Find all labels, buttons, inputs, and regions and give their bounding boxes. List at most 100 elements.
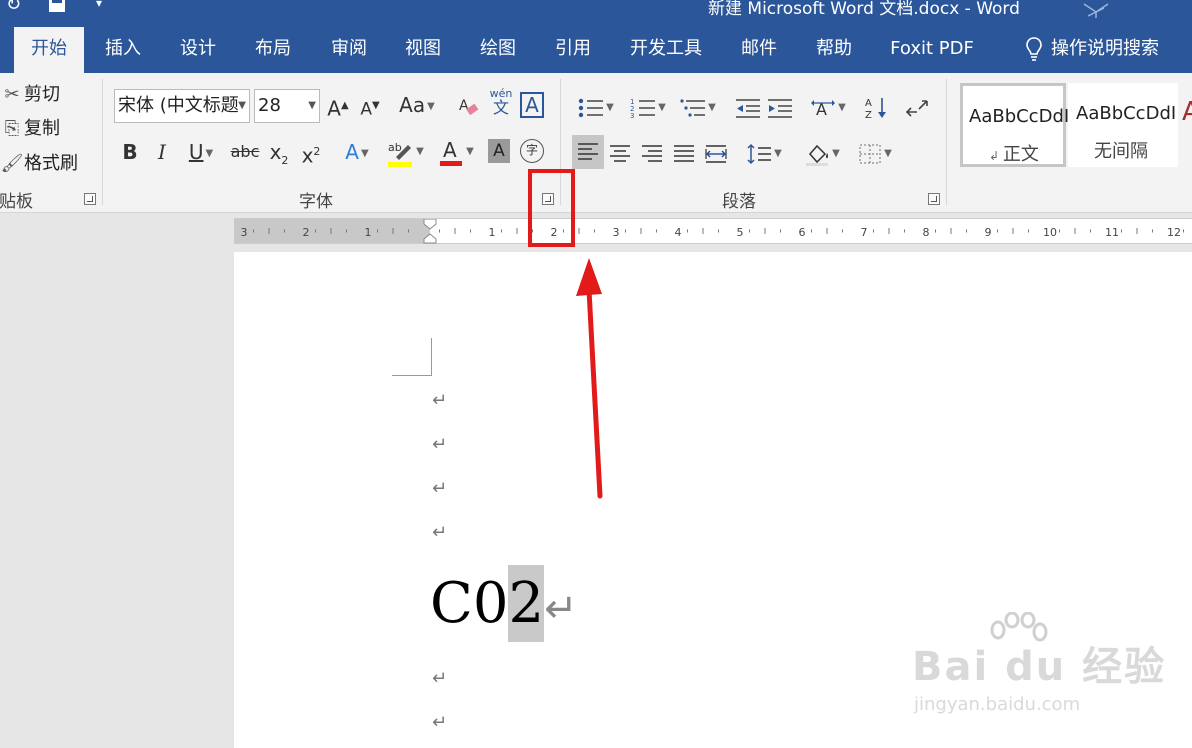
change-case-button[interactable]: Aa ▼ — [396, 90, 438, 120]
clear-formatting-button[interactable]: A — [456, 91, 482, 121]
format-painter-button[interactable]: 🖌格式刷 — [0, 150, 78, 178]
ruler-label: 9 — [985, 226, 992, 239]
grow-font-button[interactable]: A▲ — [326, 91, 350, 121]
highlighter-icon: ab — [388, 141, 413, 167]
multilevel-list-icon — [680, 98, 706, 117]
numbering-button[interactable]: 123 ▼ — [626, 91, 670, 121]
underline-button[interactable]: U ▼ — [180, 137, 222, 167]
phonetic-guide-button[interactable]: wén 文 — [486, 87, 516, 117]
increase-indent-button[interactable] — [766, 91, 794, 121]
title-bar: ↻ ▾ 新建 Microsoft Word 文档.docx - Word — [0, 0, 1192, 18]
show-formatting-marks-button[interactable] — [904, 91, 932, 121]
sort-icon: AZ — [865, 97, 886, 121]
group-separator — [102, 79, 103, 205]
text-effects-button[interactable]: A ▼ — [336, 137, 378, 167]
distributed-button[interactable] — [702, 137, 730, 167]
style-no-spacing[interactable]: AaBbCcDdI 无间隔 — [1068, 83, 1178, 167]
ruler-label: 12 — [1167, 226, 1181, 239]
tab-foxit-pdf[interactable]: Foxit PDF — [884, 27, 980, 73]
paragraph-dialog-launcher[interactable] — [928, 193, 940, 205]
style-heading-partial[interactable]: A — [1182, 97, 1192, 127]
multilevel-list-button[interactable]: ▼ — [676, 91, 720, 121]
horizontal-ruler[interactable]: 3 2 1 1 2 3 4 5 6 7 8 9 10 11 12 — [234, 218, 1192, 244]
borders-button[interactable]: ▼ — [852, 137, 898, 167]
tab-home[interactable]: 开始 — [14, 27, 84, 73]
font-group-label: 字体 — [299, 192, 333, 212]
tab-draw[interactable]: 绘图 — [470, 27, 526, 73]
paragraph-group-label: 段落 — [722, 192, 756, 212]
save-icon[interactable] — [48, 0, 66, 15]
svg-text:ab: ab — [388, 141, 402, 154]
character-border-button[interactable]: A — [520, 92, 544, 118]
tab-layout[interactable]: 布局 — [245, 27, 301, 73]
shrink-font-button[interactable]: A▼ — [358, 91, 382, 121]
window-title: 新建 Microsoft Word 文档.docx - Word — [708, 0, 1020, 18]
character-shading-button[interactable]: A — [488, 139, 510, 163]
superscript-label: x — [301, 143, 314, 168]
document-text: C0 — [430, 571, 509, 636]
cut-label: 剪切 — [24, 84, 60, 105]
align-center-button[interactable] — [606, 137, 634, 167]
italic-button[interactable]: I — [150, 137, 174, 167]
strikethrough-button[interactable]: abc — [230, 137, 260, 167]
font-color-button[interactable]: A ▼ — [434, 135, 478, 166]
style-normal-sample: AaBbCcDdI — [969, 106, 1070, 127]
tab-mailings[interactable]: 邮件 — [731, 27, 787, 73]
decrease-indent-icon — [736, 98, 760, 118]
ruler-scale: 3 2 1 1 2 3 4 5 6 7 8 9 10 11 12 — [241, 219, 1184, 244]
asian-layout-icon: A — [811, 99, 836, 119]
formatting-marks-icon — [905, 99, 928, 117]
ruler-label: 1 — [489, 226, 496, 239]
line-spacing-button[interactable]: ▼ — [742, 137, 786, 167]
bold-button[interactable]: B — [118, 137, 142, 167]
svg-text:Z: Z — [865, 110, 872, 120]
decrease-indent-button[interactable] — [734, 91, 762, 121]
highlight-color-button[interactable]: ab ▼ — [382, 135, 428, 167]
tab-developer[interactable]: 开发工具 — [622, 27, 710, 73]
distributed-icon — [705, 144, 727, 163]
chevron-down-icon: ▼ — [238, 100, 246, 111]
subscript-button[interactable]: x2 — [266, 137, 292, 167]
ruler-label: 3 — [241, 226, 248, 239]
style-normal[interactable]: AaBbCcDdI ↲ 正文 — [960, 83, 1070, 167]
tell-me-search[interactable]: 操作说明搜索 — [1012, 27, 1172, 73]
tab-references[interactable]: 引用 — [545, 27, 601, 73]
justify-button[interactable] — [670, 137, 698, 167]
tab-review[interactable]: 审阅 — [321, 27, 377, 73]
undo-icon[interactable]: ↻ — [6, 0, 21, 15]
cut-button[interactable]: ✂ 剪切 — [0, 81, 60, 109]
paragraph-mark: ↵ — [432, 668, 448, 689]
style-no-spacing-sample: AaBbCcDdI — [1076, 103, 1177, 124]
hanging-indent-marker — [423, 233, 437, 244]
tab-design[interactable]: 设计 — [170, 27, 226, 73]
clipboard-dialog-launcher[interactable] — [84, 193, 96, 205]
paragraph-mark: ↵ — [432, 478, 448, 499]
ruler-label: 10 — [1043, 226, 1057, 239]
ruler-label: 4 — [675, 226, 682, 239]
superscript-button[interactable]: x2 — [298, 137, 324, 168]
clipboard-group-label: 粘贴板 — [0, 192, 33, 212]
ruler-label: 8 — [923, 226, 930, 239]
document-text-line[interactable]: C02↵ — [430, 565, 578, 642]
copy-button[interactable]: ⎘ 复制 — [0, 115, 60, 143]
svg-text:A: A — [443, 138, 457, 162]
align-right-button[interactable] — [638, 137, 666, 167]
tab-insert[interactable]: 插入 — [96, 27, 150, 73]
customize-qat-icon[interactable]: ▾ — [96, 0, 102, 10]
font-name-combo[interactable]: 宋体 (中文标题 ▼ — [114, 89, 250, 123]
user-decoration-icon — [1083, 3, 1109, 18]
align-left-button[interactable] — [572, 135, 604, 169]
lightbulb-icon — [1026, 37, 1042, 61]
sort-button[interactable]: AZ — [864, 91, 890, 121]
tab-view[interactable]: 视图 — [395, 27, 451, 73]
shading-button[interactable]: ▼ — [798, 137, 846, 167]
group-separator — [946, 79, 947, 205]
font-size-combo[interactable]: 28 ▼ — [254, 89, 320, 123]
enclose-characters-button[interactable]: 字 — [520, 139, 544, 163]
paragraph-mark: ↵ — [432, 434, 448, 455]
asian-layout-button[interactable]: A ▼ — [806, 91, 850, 121]
annotation-highlight-box — [528, 169, 575, 247]
baidu-jingyan-watermark: Bai du 经验 jingyan.baidu.com — [912, 612, 1164, 722]
bullets-button[interactable]: ▼ — [574, 91, 618, 121]
tab-help[interactable]: 帮助 — [806, 27, 862, 73]
